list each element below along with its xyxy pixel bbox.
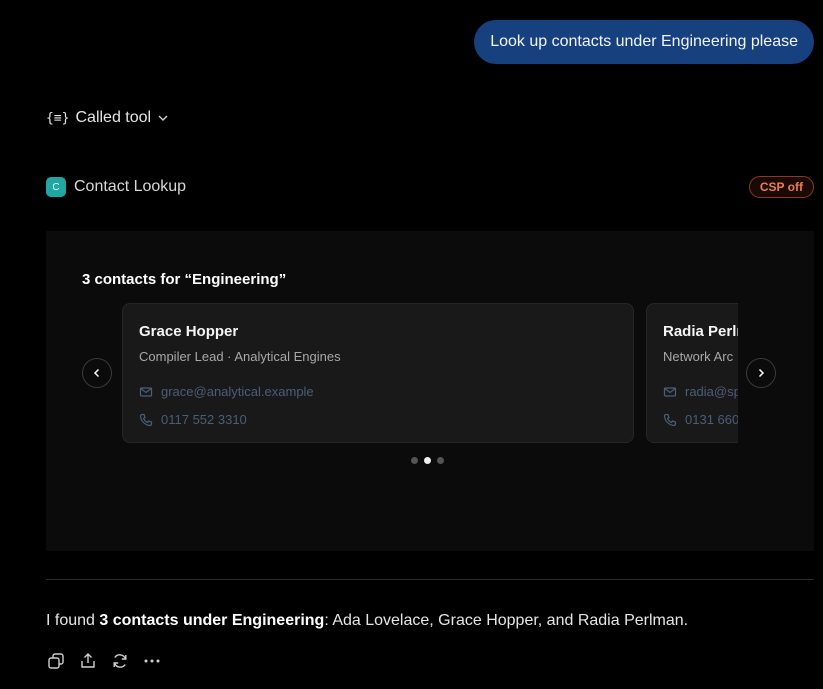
contact-email-row[interactable]: grace@analytical.example	[139, 384, 314, 399]
assistant-answer: I found 3 contacts under Engineering: Ad…	[46, 612, 688, 630]
widget-title: 3 contacts for “Engineering”	[82, 271, 287, 288]
contact-phone-row[interactable]: 0131 660	[663, 412, 738, 427]
answer-bold: 3 contacts under Engineering	[99, 612, 325, 629]
more-options-button[interactable]	[142, 651, 162, 671]
carousel-pagination	[411, 457, 444, 464]
called-tool-toggle[interactable]: {≡} Called tool	[46, 109, 169, 127]
mail-icon	[139, 386, 153, 397]
tool-header: C Contact Lookup CSP off	[46, 174, 814, 200]
pagination-dot[interactable]	[437, 457, 444, 464]
mail-icon	[663, 386, 677, 397]
contact-phone: 0131 660	[685, 412, 738, 427]
carousel-prev-button[interactable]	[82, 358, 112, 388]
divider	[46, 579, 814, 580]
regenerate-button[interactable]	[110, 651, 130, 671]
phone-icon	[139, 413, 153, 426]
csp-status-badge: CSP off	[748, 176, 814, 198]
chevron-down-icon	[158, 115, 168, 121]
user-message-text: Look up contacts under Engineering pleas…	[490, 33, 798, 50]
tool-name: Contact Lookup	[74, 178, 187, 195]
contact-role: Network Arc	[663, 349, 734, 364]
contact-card[interactable]: Grace Hopper Compiler Lead · Analytical …	[122, 303, 634, 443]
contact-name: Radia Perlı	[663, 323, 738, 340]
answer-suffix: : Ada Lovelace, Grace Hopper, and Radia …	[324, 612, 689, 629]
chevron-left-icon	[93, 368, 100, 378]
contact-email-row[interactable]: radia@sp	[663, 384, 738, 399]
contact-card[interactable]: Radia Perlı Network Arc radia@sp 0131 66…	[646, 303, 738, 443]
contact-phone-row[interactable]: 0117 552 3310	[139, 412, 247, 427]
contact-widget: 3 contacts for “Engineering” Grace Hoppe…	[46, 231, 814, 551]
copy-icon	[48, 653, 64, 669]
more-icon	[144, 659, 160, 663]
chevron-right-icon	[758, 368, 765, 378]
pagination-dot[interactable]	[411, 457, 418, 464]
contact-role: Compiler Lead · Analytical Engines	[139, 349, 341, 364]
pagination-dot[interactable]	[424, 457, 431, 464]
regenerate-icon	[113, 654, 127, 668]
share-icon	[81, 653, 95, 668]
tool-avatar: C	[46, 177, 66, 197]
carousel-viewport: Grace Hopper Compiler Lead · Analytical …	[122, 303, 738, 445]
chat-page: Look up contacts under Engineering pleas…	[0, 0, 823, 689]
contact-name: Grace Hopper	[139, 323, 239, 340]
message-actions	[46, 651, 162, 671]
answer-prefix: I found	[46, 612, 100, 629]
contact-email: grace@analytical.example	[161, 384, 314, 399]
contact-email: radia@sp	[685, 384, 738, 399]
copy-button[interactable]	[46, 651, 66, 671]
share-button[interactable]	[78, 651, 98, 671]
called-tool-label: Called tool	[75, 109, 152, 126]
user-message-bubble: Look up contacts under Engineering pleas…	[474, 20, 814, 64]
braces-icon: {≡}	[46, 110, 70, 126]
carousel-next-button[interactable]	[746, 358, 776, 388]
contact-phone: 0117 552 3310	[161, 412, 247, 427]
phone-icon	[663, 413, 677, 426]
